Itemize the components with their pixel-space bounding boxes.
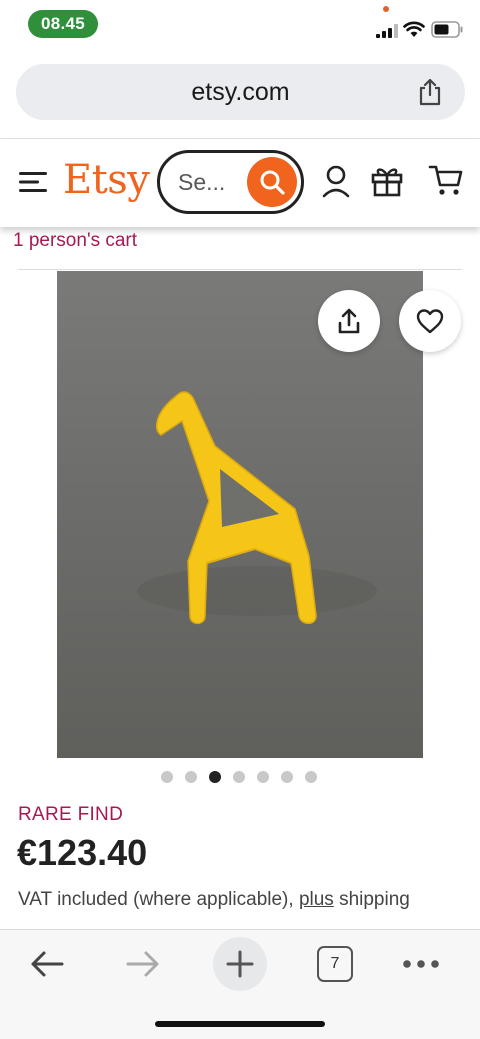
carousel-dot[interactable] — [233, 771, 245, 783]
share-icon — [338, 308, 360, 334]
status-bar: 08.45 — [0, 0, 480, 50]
home-indicator[interactable] — [155, 1021, 325, 1027]
vat-text: VAT included (where applicable), — [18, 889, 294, 910]
favorite-button[interactable] — [399, 290, 461, 352]
signal-icon — [376, 24, 398, 38]
search-button[interactable] — [247, 157, 297, 207]
content-divider — [18, 269, 462, 270]
cart-count-note: 1 person's cart — [13, 230, 138, 251]
vat-text-after: shipping — [339, 889, 410, 910]
url-text[interactable]: etsy.com — [16, 64, 465, 120]
carousel-dot[interactable] — [161, 771, 173, 783]
search-placeholder: Se... — [178, 169, 226, 195]
status-time: 08.45 — [28, 10, 98, 38]
back-arrow-icon[interactable] — [28, 948, 66, 980]
gift-icon[interactable] — [370, 163, 404, 197]
carousel-dot[interactable] — [185, 771, 197, 783]
site-header: Etsy Se... — [0, 139, 480, 227]
search-icon — [260, 170, 285, 195]
forward-arrow-icon[interactable] — [124, 948, 162, 980]
image-carousel-dots[interactable] — [161, 771, 321, 783]
etsy-logo[interactable]: Etsy — [63, 157, 150, 203]
carousel-dot[interactable] — [305, 771, 317, 783]
account-icon[interactable] — [321, 164, 351, 198]
rare-find-badge: RARE FIND — [18, 804, 124, 825]
heart-icon — [416, 309, 444, 334]
share-product-button[interactable] — [318, 290, 380, 352]
more-icon[interactable] — [402, 959, 440, 969]
new-tab-button[interactable] — [213, 937, 267, 991]
plus-icon — [226, 950, 254, 978]
carousel-dot[interactable] — [281, 771, 293, 783]
share-icon[interactable] — [417, 78, 443, 106]
menu-icon[interactable] — [19, 170, 47, 194]
browser-toolbar: 7 — [0, 929, 480, 1039]
carousel-dot-active[interactable] — [209, 771, 221, 783]
shipping-link[interactable]: plus — [299, 889, 334, 910]
carousel-dot[interactable] — [257, 771, 269, 783]
battery-icon — [431, 21, 463, 38]
search-input[interactable]: Se... — [157, 150, 304, 214]
address-bar[interactable]: etsy.com — [16, 64, 465, 120]
cart-icon[interactable] — [428, 163, 464, 197]
tabs-icon[interactable]: 7 — [317, 946, 353, 982]
vat-note: VAT included (where applicable), plus sh… — [18, 886, 418, 914]
privacy-indicator-dot — [383, 6, 389, 12]
product-price: €123.40 — [17, 832, 148, 873]
wifi-icon — [403, 21, 425, 37]
